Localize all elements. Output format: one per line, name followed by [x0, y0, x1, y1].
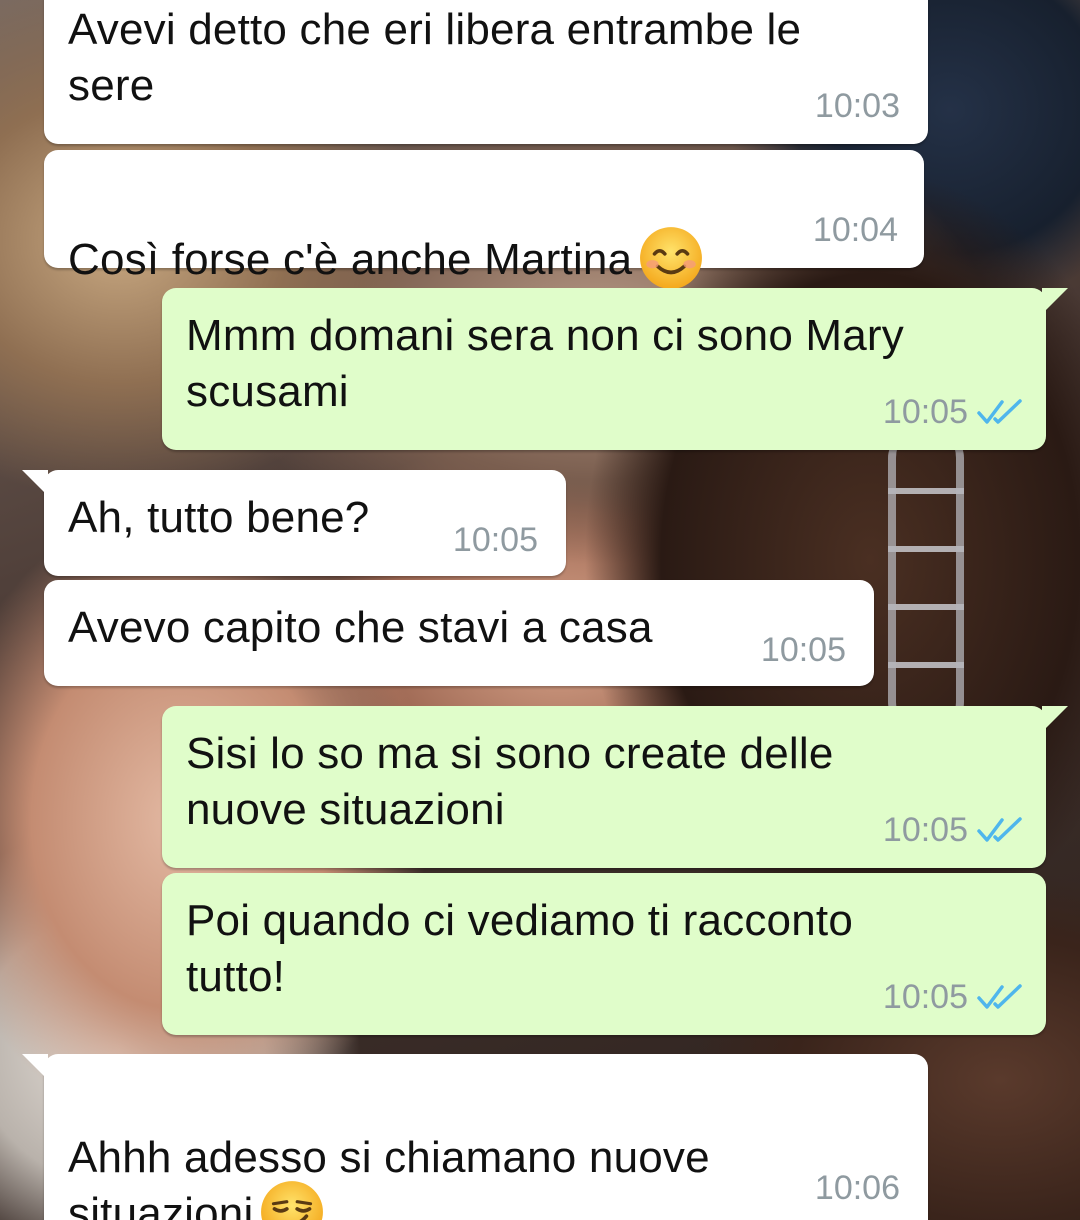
- message-meta: 10:05: [883, 392, 1024, 432]
- message-bubble-incoming[interactable]: Così forse c'è anche Martina 10:04: [44, 150, 924, 290]
- message-meta: 10:05: [883, 977, 1024, 1017]
- message-bubble-outgoing[interactable]: Mmm domani sera non ci sono Mary scusami…: [162, 288, 1068, 450]
- message-text: Ahhh adesso si chiamano nuove situazioni: [68, 1074, 710, 1220]
- message-bubble-incoming[interactable]: Ahhh adesso si chiamano nuove situazioni…: [22, 1054, 928, 1220]
- message-bubble-outgoing[interactable]: Sisi lo so ma si sono create delle nuove…: [162, 706, 1068, 868]
- message-meta: 10:05: [761, 630, 846, 670]
- message-bubble-outgoing[interactable]: Poi quando ci vediamo ti racconto tutto!…: [162, 873, 1046, 1035]
- message-time: 10:04: [812, 211, 898, 249]
- message-time: 10:05: [882, 393, 968, 431]
- message-meta: 10:05: [453, 520, 538, 560]
- message-meta: 10:05: [883, 810, 1024, 850]
- smiling-face-icon: [640, 227, 703, 290]
- message-text: Così forse c'è anche Martina: [68, 176, 704, 291]
- message-bubble-incoming[interactable]: Ah, tutto bene? 10:05: [22, 470, 566, 576]
- message-time: 10:05: [882, 811, 968, 849]
- message-text: Avevo capito che stavi a casa: [68, 603, 653, 652]
- message-time: 10:06: [814, 1169, 900, 1207]
- message-text: Ah, tutto bene?: [68, 493, 370, 542]
- message-meta: 10:04: [813, 210, 898, 250]
- message-time: 10:05: [760, 631, 846, 669]
- message-bubble-incoming[interactable]: Avevo capito che stavi a casa 10:05: [44, 580, 874, 686]
- read-receipt-icon: [977, 984, 1022, 1009]
- message-time: 10:05: [452, 521, 538, 559]
- message-text: Avevi detto che eri libera entrambe le s…: [68, 5, 802, 110]
- message-time: 10:03: [814, 87, 900, 125]
- read-receipt-icon: [977, 399, 1022, 424]
- read-receipt-icon: [977, 817, 1022, 842]
- smirking-face-icon: [261, 1181, 324, 1220]
- message-text-content: Ahhh adesso si chiamano nuove situazioni: [68, 1133, 710, 1220]
- message-meta: 10:06: [815, 1168, 900, 1208]
- message-text-content: Così forse c'è anche Martina: [68, 235, 633, 284]
- message-bubble-incoming[interactable]: Avevi detto che eri libera entrambe le s…: [44, 0, 928, 144]
- message-text: Sisi lo so ma si sono create delle nuove…: [186, 729, 834, 834]
- message-text: Mmm domani sera non ci sono Mary scusami: [186, 311, 904, 416]
- message-meta: 10:03: [815, 86, 900, 126]
- message-time: 10:05: [882, 978, 968, 1016]
- message-list[interactable]: Avevi detto che eri libera entrambe le s…: [0, 0, 1080, 1220]
- message-text: Poi quando ci vediamo ti racconto tutto!: [186, 896, 853, 1001]
